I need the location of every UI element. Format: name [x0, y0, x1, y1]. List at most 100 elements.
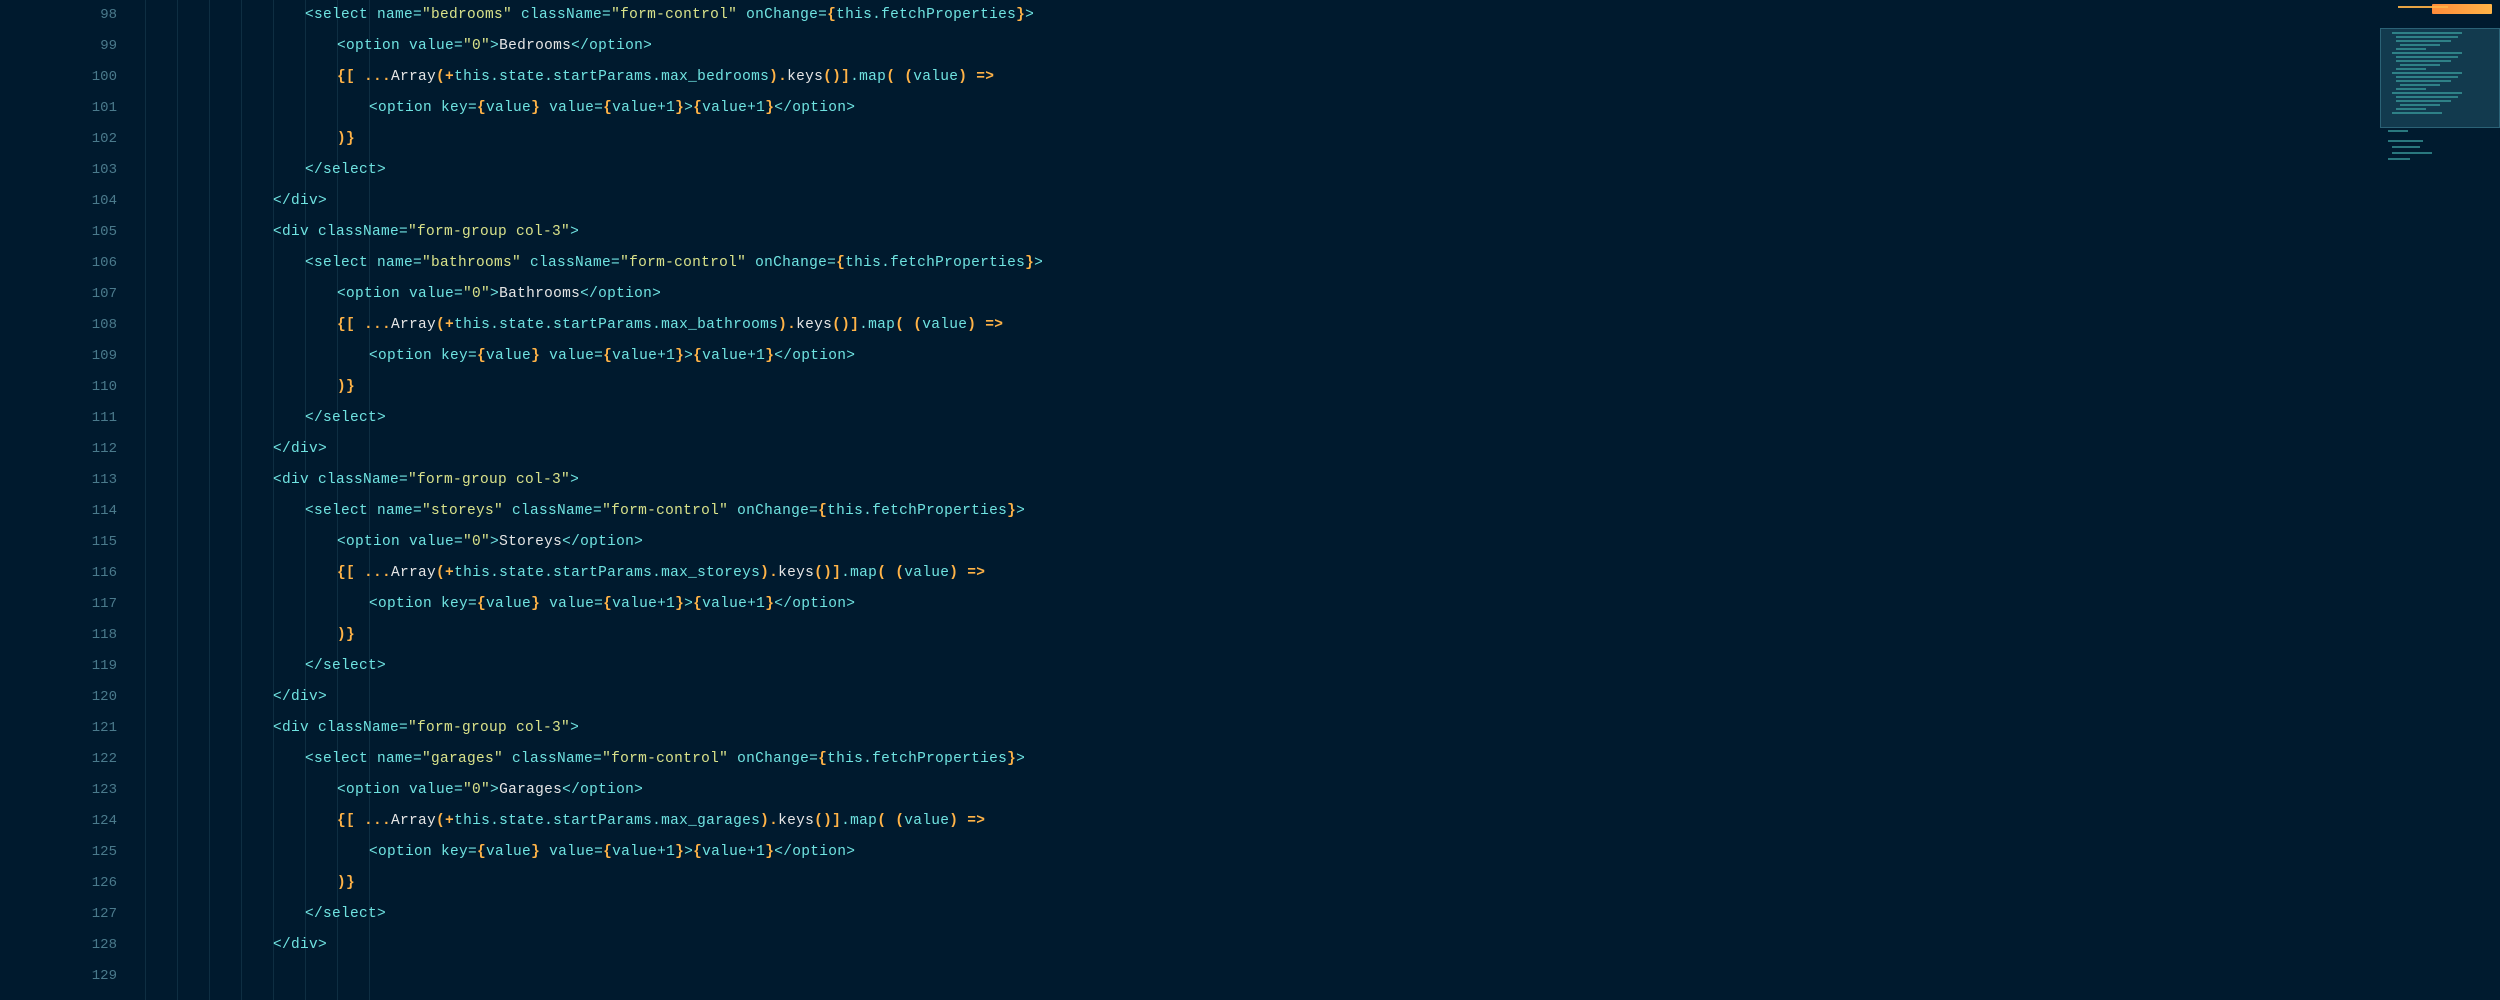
- code-line[interactable]: <div className="form-group col-3">: [135, 465, 2500, 496]
- code-token: <select: [305, 255, 377, 271]
- code-token: value+1: [702, 348, 765, 364]
- code-line[interactable]: <option value="0">Garages</option>: [135, 775, 2500, 806]
- code-token: key=: [441, 100, 477, 116]
- code-token: ()]: [823, 69, 850, 85]
- code-line[interactable]: <option value="0">Bathrooms</option>: [135, 279, 2500, 310]
- line-number: 106: [0, 248, 117, 279]
- code-line[interactable]: <select name="storeys" className="form-c…: [135, 496, 2500, 527]
- code-token: "form-control": [602, 751, 728, 767]
- line-number: 119: [0, 651, 117, 682]
- code-token: </option>: [562, 534, 643, 550]
- code-line[interactable]: <option key={value} value={value+1}>{val…: [135, 341, 2500, 372]
- code-lines[interactable]: <select name="bedrooms" className="form-…: [135, 0, 2500, 992]
- code-token: "storeys": [422, 503, 503, 519]
- code-line[interactable]: {[ ...Array(+this.state.startParams.max_…: [135, 310, 2500, 341]
- code-token: keys: [787, 69, 823, 85]
- minimap-line: [2392, 92, 2462, 94]
- code-line[interactable]: <option key={value} value={value+1}>{val…: [135, 837, 2500, 868]
- code-line[interactable]: [135, 961, 2500, 992]
- code-token: this.fetchProperties: [836, 7, 1016, 23]
- line-number: 117: [0, 589, 117, 620]
- code-area[interactable]: <select name="bedrooms" className="form-…: [135, 0, 2500, 1000]
- code-token: key=: [441, 348, 477, 364]
- code-token: </div>: [273, 689, 327, 705]
- code-token: onChange=: [746, 255, 836, 271]
- minimap-line: [2392, 152, 2432, 154]
- code-line[interactable]: {[ ...Array(+this.state.startParams.max_…: [135, 806, 2500, 837]
- code-token: }: [531, 596, 540, 612]
- code-token: value+1: [612, 348, 675, 364]
- code-line[interactable]: )}: [135, 124, 2500, 155]
- line-number: 103: [0, 155, 117, 186]
- code-token: [ ...: [346, 317, 391, 333]
- code-token: >: [490, 38, 499, 54]
- code-editor[interactable]: 9899100101102103104105106107108109110111…: [0, 0, 2500, 1000]
- code-token: {: [477, 844, 486, 860]
- code-token: =>: [967, 813, 985, 829]
- code-token: name=: [377, 503, 422, 519]
- code-token: [ ...: [346, 813, 391, 829]
- code-token: value=: [409, 534, 463, 550]
- code-line[interactable]: <option key={value} value={value+1}>{val…: [135, 93, 2500, 124]
- code-token: keys: [796, 317, 832, 333]
- code-token: "0": [463, 782, 490, 798]
- code-line[interactable]: <select name="bathrooms" className="form…: [135, 248, 2500, 279]
- code-token: "0": [463, 534, 490, 550]
- code-token: </select>: [305, 658, 386, 674]
- line-number: 109: [0, 341, 117, 372]
- code-token: [ ...: [346, 565, 391, 581]
- minimap-line: [2400, 84, 2440, 86]
- line-number: 116: [0, 558, 117, 589]
- line-number: 128: [0, 930, 117, 961]
- code-line[interactable]: )}: [135, 620, 2500, 651]
- code-line[interactable]: )}: [135, 372, 2500, 403]
- code-line[interactable]: </div>: [135, 186, 2500, 217]
- line-number: 114: [0, 496, 117, 527]
- code-token: className=: [521, 255, 620, 271]
- code-token: keys: [778, 565, 814, 581]
- code-line[interactable]: <option value="0">Bedrooms</option>: [135, 31, 2500, 62]
- code-line[interactable]: </div>: [135, 434, 2500, 465]
- minimap-line: [2396, 108, 2426, 110]
- code-token: {: [477, 596, 486, 612]
- code-token: this.state.startParams.max_bathrooms: [454, 317, 778, 333]
- code-line[interactable]: </div>: [135, 930, 2500, 961]
- code-token: <option: [369, 348, 441, 364]
- code-line[interactable]: )}: [135, 868, 2500, 899]
- code-token: value=: [540, 348, 603, 364]
- code-token: {: [693, 844, 702, 860]
- code-token: "0": [463, 38, 490, 54]
- line-number: 121: [0, 713, 117, 744]
- code-token: ).: [778, 317, 796, 333]
- code-token: >: [684, 596, 693, 612]
- code-token: }: [531, 348, 540, 364]
- code-line[interactable]: {[ ...Array(+this.state.startParams.max_…: [135, 558, 2500, 589]
- code-token: </select>: [305, 410, 386, 426]
- minimap[interactable]: [2380, 0, 2500, 1000]
- code-line[interactable]: </select>: [135, 155, 2500, 186]
- line-number: 100: [0, 62, 117, 93]
- code-token: onChange=: [728, 751, 818, 767]
- code-line[interactable]: </div>: [135, 682, 2500, 713]
- code-line[interactable]: <select name="bedrooms" className="form-…: [135, 0, 2500, 31]
- code-line[interactable]: </select>: [135, 651, 2500, 682]
- code-token: {: [337, 813, 346, 829]
- code-token: "form-control": [602, 503, 728, 519]
- code-line[interactable]: <option value="0">Storeys</option>: [135, 527, 2500, 558]
- code-token: </option>: [562, 782, 643, 798]
- code-token: >: [684, 348, 693, 364]
- line-number: 108: [0, 310, 117, 341]
- code-line[interactable]: <option key={value} value={value+1}>{val…: [135, 589, 2500, 620]
- minimap-line: [2392, 52, 2462, 54]
- minimap-line: [2400, 64, 2440, 66]
- code-line[interactable]: </select>: [135, 403, 2500, 434]
- code-line[interactable]: <div className="form-group col-3">: [135, 713, 2500, 744]
- code-token: <option: [369, 596, 441, 612]
- code-token: (+: [436, 565, 454, 581]
- code-token: >: [684, 844, 693, 860]
- code-line[interactable]: </select>: [135, 899, 2500, 930]
- code-line[interactable]: {[ ...Array(+this.state.startParams.max_…: [135, 62, 2500, 93]
- minimap-line: [2400, 104, 2440, 106]
- code-line[interactable]: <div className="form-group col-3">: [135, 217, 2500, 248]
- code-line[interactable]: <select name="garages" className="form-c…: [135, 744, 2500, 775]
